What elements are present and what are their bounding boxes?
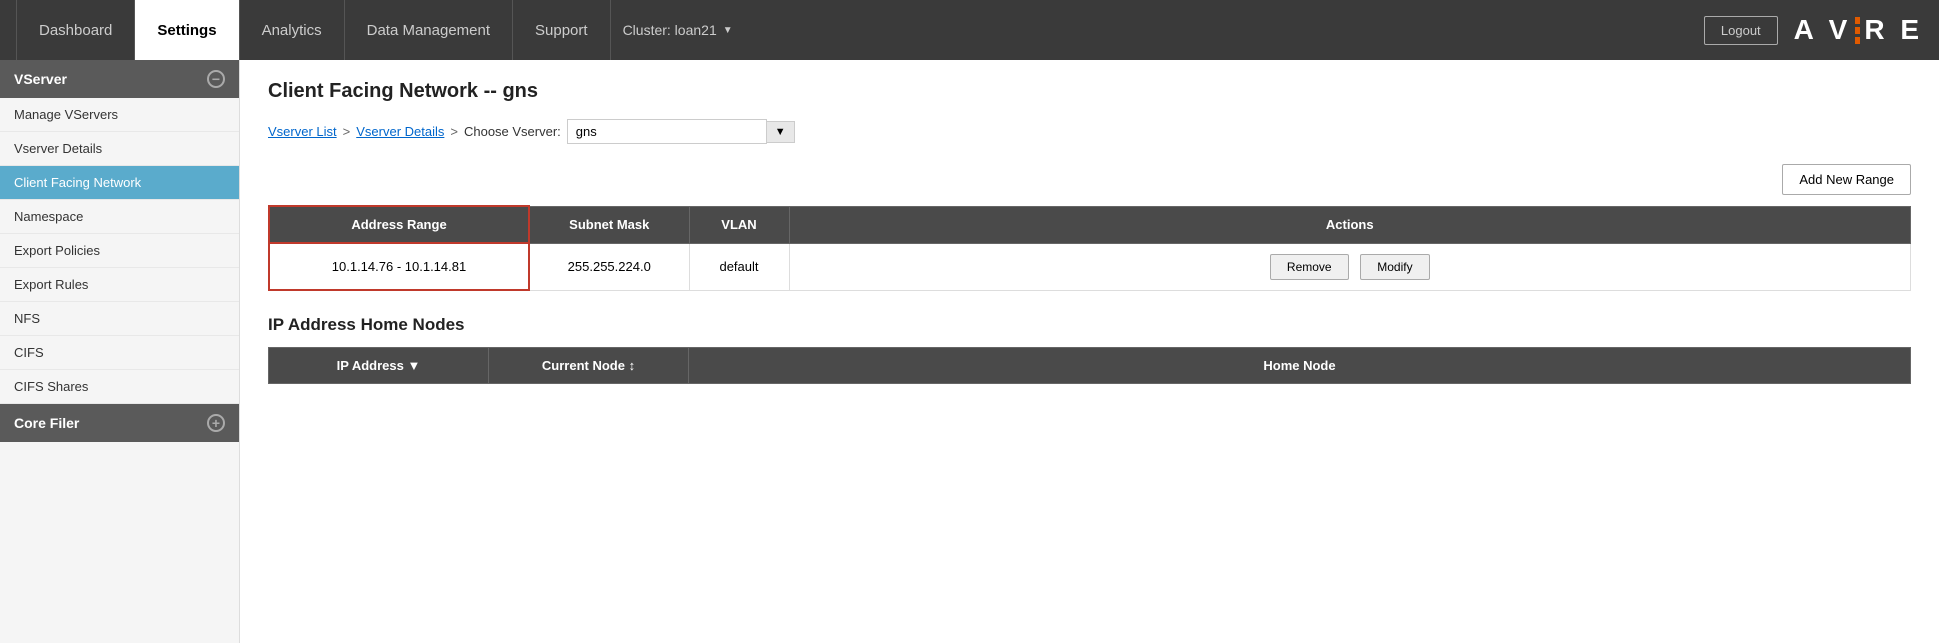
breadcrumb-sep-1: > — [343, 124, 351, 139]
sidebar-item-export-policies[interactable]: Export Policies — [0, 234, 239, 268]
col-header-home-node: Home Node — [689, 348, 1911, 384]
sidebar-section-vserver[interactable]: VServer − — [0, 60, 239, 98]
cell-address-range: 10.1.14.76 - 10.1.14.81 — [269, 243, 529, 290]
nav-tabs: DashboardSettingsAnalyticsData Managemen… — [16, 0, 745, 60]
col-header-current-node: Current Node ↕ — [489, 348, 689, 384]
avere-logo: A V R E — [1794, 14, 1923, 46]
cell-actions: Remove Modify — [789, 243, 1911, 290]
breadcrumb: Vserver List > Vserver Details > Choose … — [268, 119, 1911, 144]
sidebar-item-export-rules[interactable]: Export Rules — [0, 268, 239, 302]
col-header-vlan: VLAN — [689, 206, 789, 243]
modify-button[interactable]: Modify — [1360, 254, 1429, 280]
sidebar-item-manage-vservers[interactable]: Manage VServers — [0, 98, 239, 132]
cell-subnet-mask: 255.255.224.0 — [529, 243, 689, 290]
nav-tab-analytics[interactable]: Analytics — [240, 0, 345, 60]
choose-vserver-label: Choose Vserver: — [464, 124, 561, 139]
nav-tab-dashboard[interactable]: Dashboard — [16, 0, 135, 60]
nav-tab-data-management[interactable]: Data Management — [345, 0, 513, 60]
sidebar: VServer − Manage VServersVserver DetailsCl… — [0, 60, 240, 643]
cell-vlan: default — [689, 243, 789, 290]
sidebar-item-cifs[interactable]: CIFS — [0, 336, 239, 370]
cluster-arrow-icon: ▼ — [723, 25, 733, 36]
cluster-selector[interactable]: Cluster: loan21 ▼ — [611, 22, 745, 38]
col-header-ip-address: IP Address ▼ — [269, 348, 489, 384]
ip-sort-icon: ▼ — [407, 358, 420, 373]
topbar: DashboardSettingsAnalyticsData Managemen… — [0, 0, 1939, 60]
sidebar-section-label: Core Filer — [14, 415, 79, 431]
vserver-select-wrapper: gns ▼ — [567, 119, 795, 144]
breadcrumb-sep-2: > — [450, 124, 458, 139]
ip-address-table: IP Address ▼ Current Node ↕ Home Node — [268, 347, 1911, 384]
cluster-label: Cluster: loan21 — [623, 22, 717, 38]
remove-button[interactable]: Remove — [1270, 254, 1349, 280]
col-header-address-range: Address Range — [269, 206, 529, 243]
breadcrumb-vserver-details[interactable]: Vserver Details — [356, 124, 444, 139]
topbar-right: Logout A V R E — [1704, 14, 1923, 46]
logout-button[interactable]: Logout — [1704, 16, 1778, 45]
table-row: 10.1.14.76 - 10.1.14.81 255.255.224.0 de… — [269, 243, 1911, 290]
col-header-actions: Actions — [789, 206, 1911, 243]
content-area: Client Facing Network -- gns Vserver Lis… — [240, 60, 1939, 643]
sidebar-item-nfs[interactable]: NFS — [0, 302, 239, 336]
vserver-select-arrow[interactable]: ▼ — [767, 121, 795, 143]
sidebar-section-icon: − — [207, 70, 225, 88]
logo-accent-bar — [1855, 17, 1860, 44]
ip-address-section: IP Address Home Nodes IP Address ▼ Curre… — [268, 315, 1911, 384]
sidebar-section-icon: + — [207, 414, 225, 432]
sidebar-section-label: VServer — [14, 71, 67, 87]
nav-tab-settings[interactable]: Settings — [135, 0, 239, 60]
col-header-subnet-mask: Subnet Mask — [529, 206, 689, 243]
sidebar-item-vserver-details[interactable]: Vserver Details — [0, 132, 239, 166]
page-title: Client Facing Network -- gns — [268, 80, 1911, 103]
sidebar-item-namespace[interactable]: Namespace — [0, 200, 239, 234]
main-layout: VServer−Manage VServersVserver DetailsCl… — [0, 60, 1939, 643]
add-new-range-button[interactable]: Add New Range — [1782, 164, 1911, 195]
vserver-select[interactable]: gns — [567, 119, 767, 144]
sidebar-item-cifs-shares[interactable]: CIFS Shares — [0, 370, 239, 404]
address-range-table: Address Range Subnet Mask VLAN Actions 1… — [268, 205, 1911, 291]
ip-address-section-title: IP Address Home Nodes — [268, 315, 1911, 335]
nav-tab-support[interactable]: Support — [513, 0, 611, 60]
table-section: Add New Range Address Range Subnet Mask … — [268, 164, 1911, 315]
current-node-sort-icon: ↕ — [629, 358, 636, 373]
sidebar-section-core-filer[interactable]: Core Filer + — [0, 404, 239, 442]
breadcrumb-vserver-list[interactable]: Vserver List — [268, 124, 337, 139]
sidebar-item-client-facing-network[interactable]: Client Facing Network — [0, 166, 239, 200]
